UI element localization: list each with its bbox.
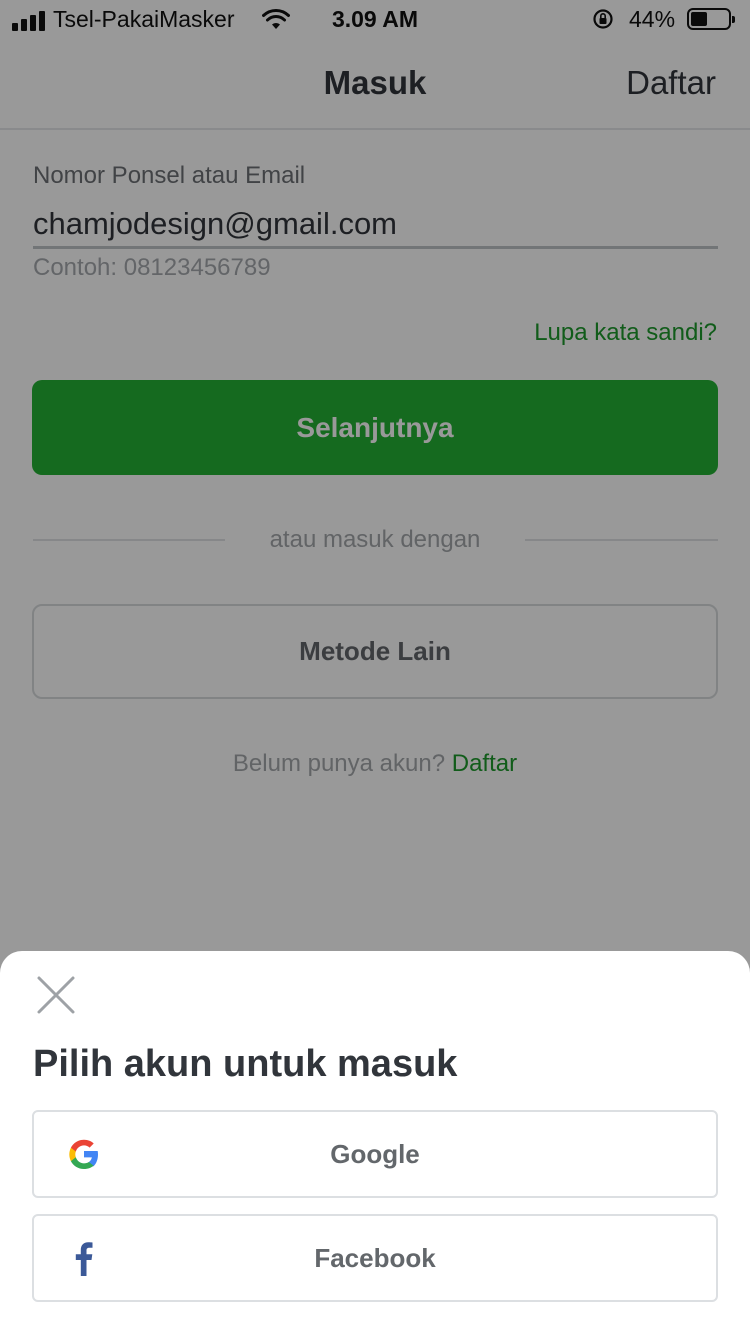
google-label: Google: [330, 1139, 420, 1169]
login-screen: Tsel-PakaiMasker 3.09 AM 44% Masuk Dafta…: [0, 0, 750, 1334]
google-login-button[interactable]: Google: [32, 1110, 718, 1198]
facebook-label: Facebook: [314, 1243, 436, 1273]
sheet-title: Pilih akun untuk masuk: [33, 1043, 458, 1085]
account-picker-sheet: Pilih akun untuk masuk Google Facebook: [0, 951, 750, 1334]
close-icon[interactable]: [36, 975, 76, 1015]
facebook-login-button[interactable]: Facebook: [32, 1214, 718, 1302]
